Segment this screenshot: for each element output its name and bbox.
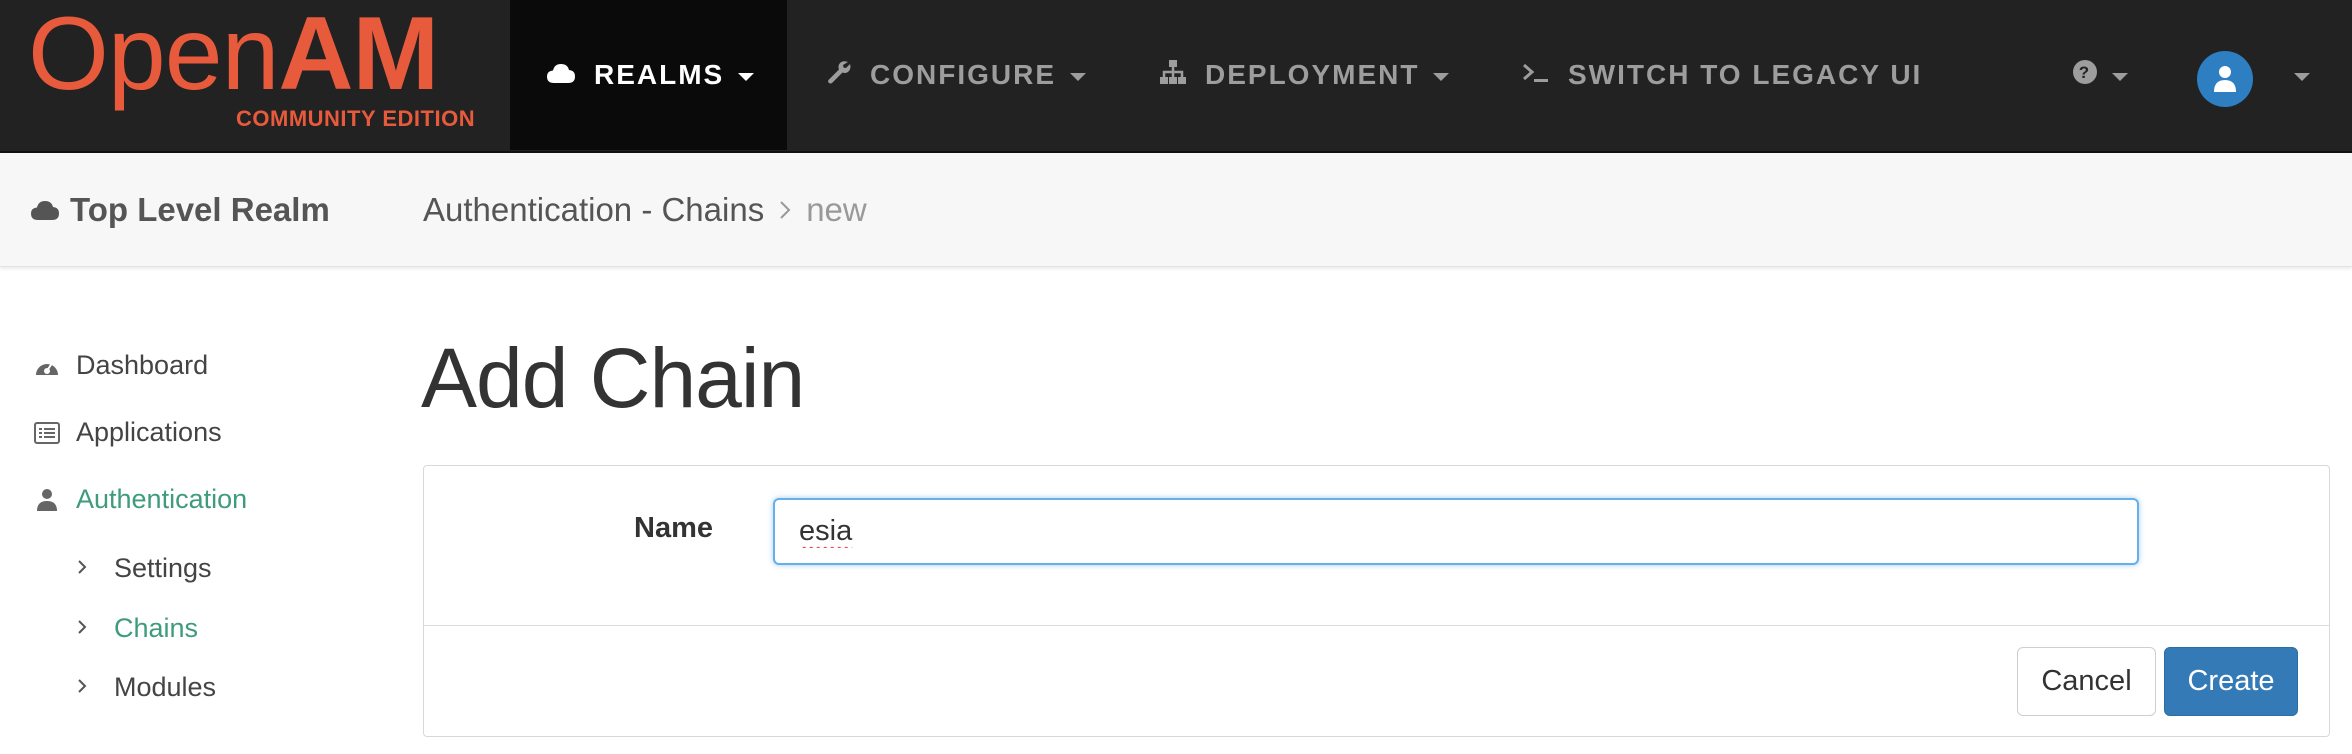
user-icon bbox=[2212, 64, 2238, 99]
logo-am-text: AM bbox=[278, 0, 439, 112]
chevron-right-icon bbox=[76, 556, 96, 582]
cancel-button[interactable]: Cancel bbox=[2017, 647, 2156, 716]
nav-switch-legacy-label: SWITCH TO LEGACY UI bbox=[1568, 59, 1923, 90]
realm-label: Top Level Realm bbox=[70, 191, 330, 228]
name-label: Name bbox=[634, 512, 713, 544]
form-body: Name bbox=[424, 466, 2329, 625]
sidebar-item-dashboard[interactable]: Dashboard bbox=[32, 350, 208, 381]
nav-deployment[interactable]: DEPLOYMENT bbox=[1159, 0, 1450, 150]
terminal-icon bbox=[1522, 59, 1550, 91]
breadcrumb: Authentication - Chains new bbox=[423, 153, 867, 267]
name-input[interactable] bbox=[773, 498, 2139, 565]
form-footer: Cancel Create bbox=[424, 625, 2329, 738]
list-icon bbox=[32, 421, 62, 444]
chevron-right-icon bbox=[778, 191, 792, 229]
nav-configure[interactable]: CONFIGURE bbox=[826, 0, 1086, 150]
breadcrumb-current: new bbox=[806, 191, 867, 228]
sidebar-item-label: Dashboard bbox=[76, 350, 209, 380]
sidebar-item-label: Authentication bbox=[76, 484, 248, 514]
question-circle-icon: ? bbox=[2072, 59, 2098, 92]
create-button[interactable]: Create bbox=[2164, 647, 2298, 716]
top-navbar: OpenAM COMMUNITY EDITION REALMS CONFIGUR… bbox=[0, 0, 2352, 153]
openam-logo[interactable]: OpenAM COMMUNITY EDITION bbox=[28, 2, 488, 134]
nav-configure-label: CONFIGURE bbox=[870, 59, 1056, 90]
nav-deployment-label: DEPLOYMENT bbox=[1205, 59, 1420, 90]
dashboard-icon bbox=[32, 355, 62, 377]
chevron-right-icon bbox=[76, 675, 96, 701]
sidebar-subitem-chains[interactable]: Chains bbox=[76, 613, 198, 644]
nav-realms[interactable]: REALMS bbox=[510, 0, 787, 150]
chevron-down-icon bbox=[738, 73, 755, 81]
user-icon bbox=[32, 488, 62, 512]
sidebar-item-label: Applications bbox=[76, 417, 222, 447]
sidebar-item-applications[interactable]: Applications bbox=[32, 417, 222, 448]
logo-wordmark: OpenAM bbox=[28, 2, 439, 106]
sitemap-icon bbox=[1159, 59, 1187, 92]
chevron-right-icon bbox=[76, 616, 96, 642]
sidebar-item-authentication[interactable]: Authentication bbox=[32, 484, 247, 515]
svg-text:?: ? bbox=[2079, 63, 2091, 82]
sidebar-subitem-label: Settings bbox=[114, 553, 212, 583]
realm-header: Top Level Realm Authentication - Chains … bbox=[0, 153, 2352, 267]
cloud-icon bbox=[30, 191, 70, 229]
chevron-down-icon bbox=[2112, 73, 2128, 81]
chevron-down-icon bbox=[1070, 73, 1086, 81]
realm-name[interactable]: Top Level Realm bbox=[30, 153, 330, 267]
user-avatar[interactable] bbox=[2197, 51, 2253, 107]
sidebar-subitem-label: Modules bbox=[114, 672, 217, 702]
page-title: Add Chain bbox=[421, 331, 805, 425]
sidebar-subitem-settings[interactable]: Settings bbox=[76, 553, 212, 584]
sidebar-subitem-modules[interactable]: Modules bbox=[76, 672, 216, 703]
user-menu-toggle[interactable] bbox=[2280, 0, 2310, 150]
nav-switch-legacy[interactable]: SWITCH TO LEGACY UI bbox=[1522, 0, 1922, 150]
cloud-icon bbox=[546, 59, 576, 91]
add-chain-form: Name Cancel Create bbox=[423, 465, 2330, 737]
nav-realms-label: REALMS bbox=[594, 59, 725, 90]
chevron-down-icon bbox=[2294, 73, 2310, 81]
chevron-down-icon bbox=[1433, 73, 1450, 81]
logo-open-text: Open bbox=[28, 0, 279, 112]
breadcrumb-authentication-chains[interactable]: Authentication - Chains bbox=[423, 191, 764, 229]
help-menu[interactable]: ? bbox=[2072, 0, 2128, 150]
sidebar-subitem-label: Chains bbox=[114, 613, 199, 643]
wrench-icon bbox=[826, 59, 852, 92]
logo-edition: COMMUNITY EDITION bbox=[236, 106, 476, 131]
